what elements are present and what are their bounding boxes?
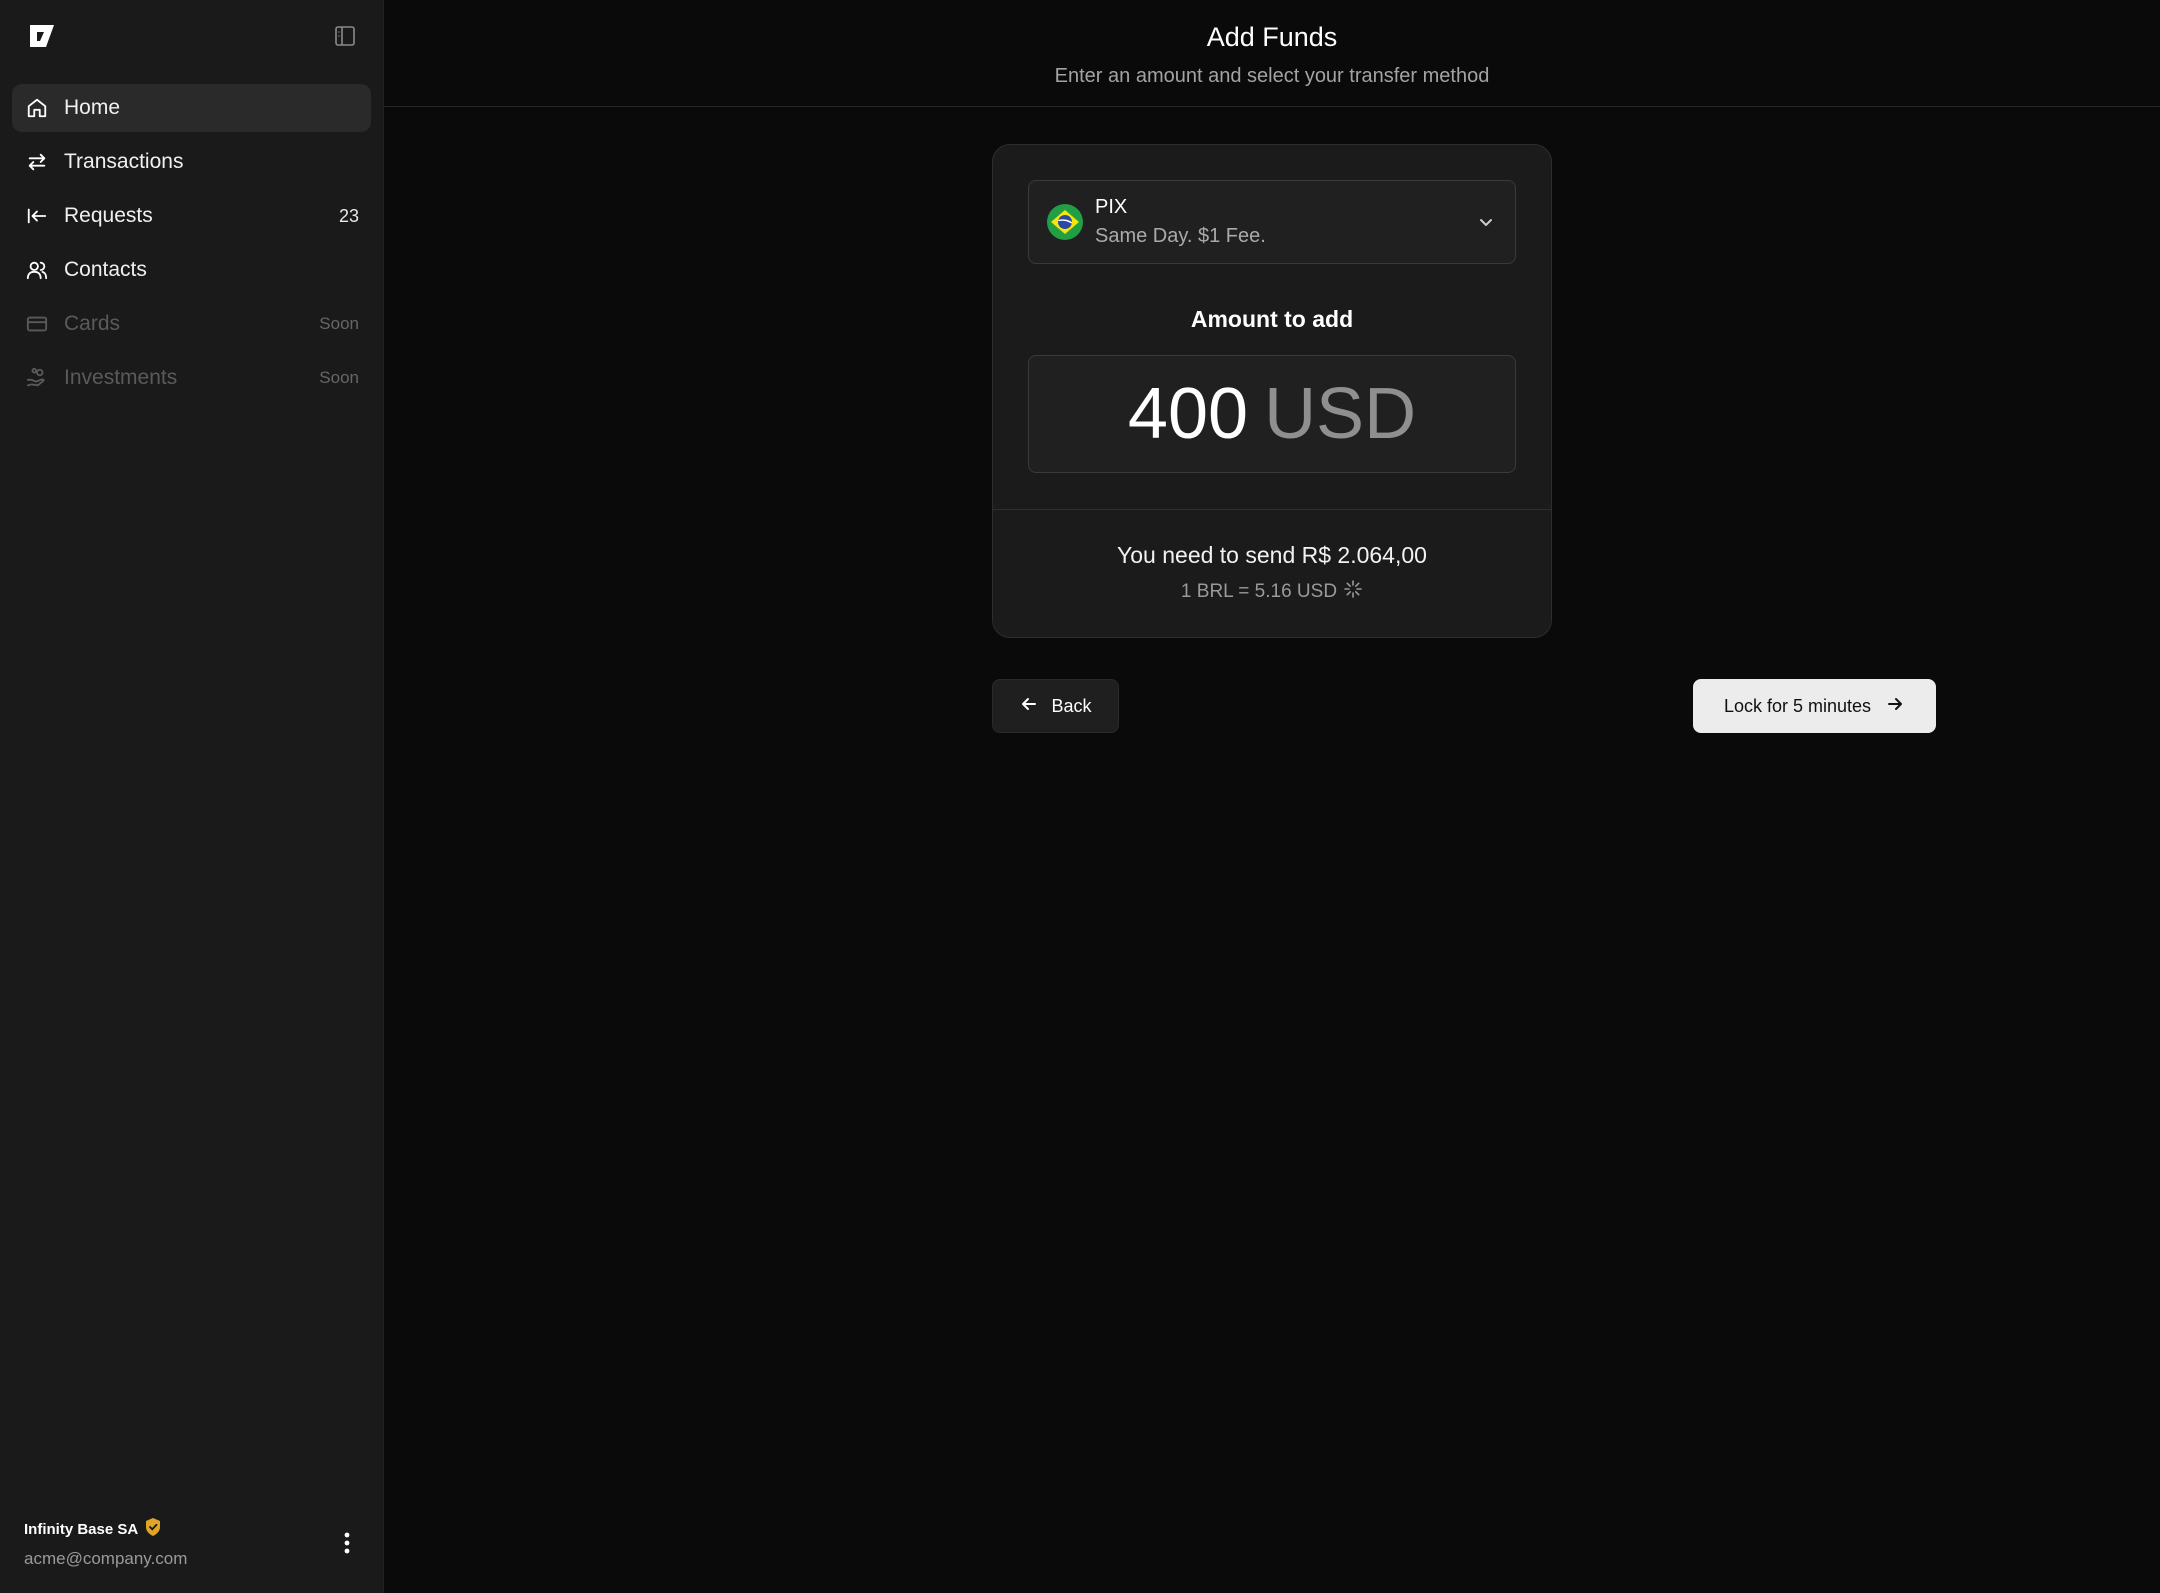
sidebar-nav: Home Transactions Requests 23 Contacts C… [0,72,383,402]
sidebar-item-label: Investments [64,366,178,389]
sidebar-item-contacts[interactable]: Contacts [12,246,371,294]
exchange-rate-row: 1 BRL = 5.16 USD [993,579,1551,605]
amount-currency: USD [1264,374,1417,454]
page-title: Add Funds [1206,22,1338,52]
sidebar-item-requests[interactable]: Requests 23 [12,192,371,240]
sidebar-item-label: Contacts [64,258,147,281]
more-options-icon[interactable] [335,1527,359,1559]
amount-input[interactable]: 400 USD [1028,355,1516,473]
lock-button-label: Lock for 5 minutes [1723,695,1872,716]
sidebar-item-label: Transactions [64,150,184,173]
page-subtitle: Enter an amount and select your transfer… [1054,65,1490,87]
sidebar-item-label: Requests [64,204,153,227]
arrow-right-icon [1885,694,1905,719]
back-button-label: Back [1051,695,1092,716]
add-funds-card: PIX Same Day. $1 Fee. Amount to add 400 … [992,144,1552,638]
sidebar-item-investments: Investments Soon [12,354,371,402]
brazil-flag-icon [1047,204,1083,240]
account-name-row: Infinity Base SA [24,1517,187,1541]
transfer-method-name: PIX [1095,196,1128,218]
arrow-left-to-line-icon [24,203,50,229]
home-icon [24,95,50,121]
app-window: Home Transactions Requests 23 Contacts C… [0,0,2160,1593]
account-footer: Infinity Base SA acme@company.com [0,1493,383,1593]
sidebar-item-transactions[interactable]: Transactions [12,138,371,186]
account-email: acme@company.com [24,1549,188,1568]
verified-shield-icon [144,1517,162,1541]
loading-spinner-icon [1343,579,1363,605]
hand-coins-icon [24,365,50,391]
soon-badge: Soon [319,368,359,387]
account-info[interactable]: Infinity Base SA acme@company.com [24,1517,187,1569]
requests-count-badge: 23 [338,205,359,226]
sidebar-item-home[interactable]: Home [12,84,371,132]
sidebar-item-label: Home [64,96,121,119]
sidebar-item-label: Cards [64,312,121,335]
arrows-swap-icon [24,149,50,175]
sidebar-header [0,0,383,72]
conversion-summary: You need to send R$ 2.064,00 1 BRL = 5.1… [993,509,1551,637]
back-button[interactable]: Back [992,679,1119,733]
brand-logo-icon[interactable] [28,23,56,49]
transfer-method-text: PIX Same Day. $1 Fee. [1095,196,1475,248]
main-content: Add Funds Enter an amount and select you… [384,0,2160,1593]
exchange-rate-text: 1 BRL = 5.16 USD [1180,581,1338,602]
arrow-left-icon [1019,694,1039,719]
sidebar-toggle-icon[interactable] [331,22,359,50]
lock-rate-button[interactable]: Lock for 5 minutes [1693,679,1936,733]
account-name: Infinity Base SA [24,1520,139,1538]
users-icon [24,257,50,283]
chevron-down-icon [1475,211,1497,233]
amount-value: 400 [1127,374,1249,454]
amount-label: Amount to add [1190,306,1354,332]
sidebar-item-cards: Cards Soon [12,300,371,348]
page-header: Add Funds Enter an amount and select you… [384,0,2160,107]
soon-badge: Soon [319,314,359,333]
sidebar: Home Transactions Requests 23 Contacts C… [0,0,384,1593]
transfer-method-select[interactable]: PIX Same Day. $1 Fee. [1028,180,1516,264]
credit-card-icon [24,311,50,337]
send-amount-text: You need to send R$ 2.064,00 [1117,542,1427,568]
transfer-method-description: Same Day. $1 Fee. [1095,225,1266,247]
